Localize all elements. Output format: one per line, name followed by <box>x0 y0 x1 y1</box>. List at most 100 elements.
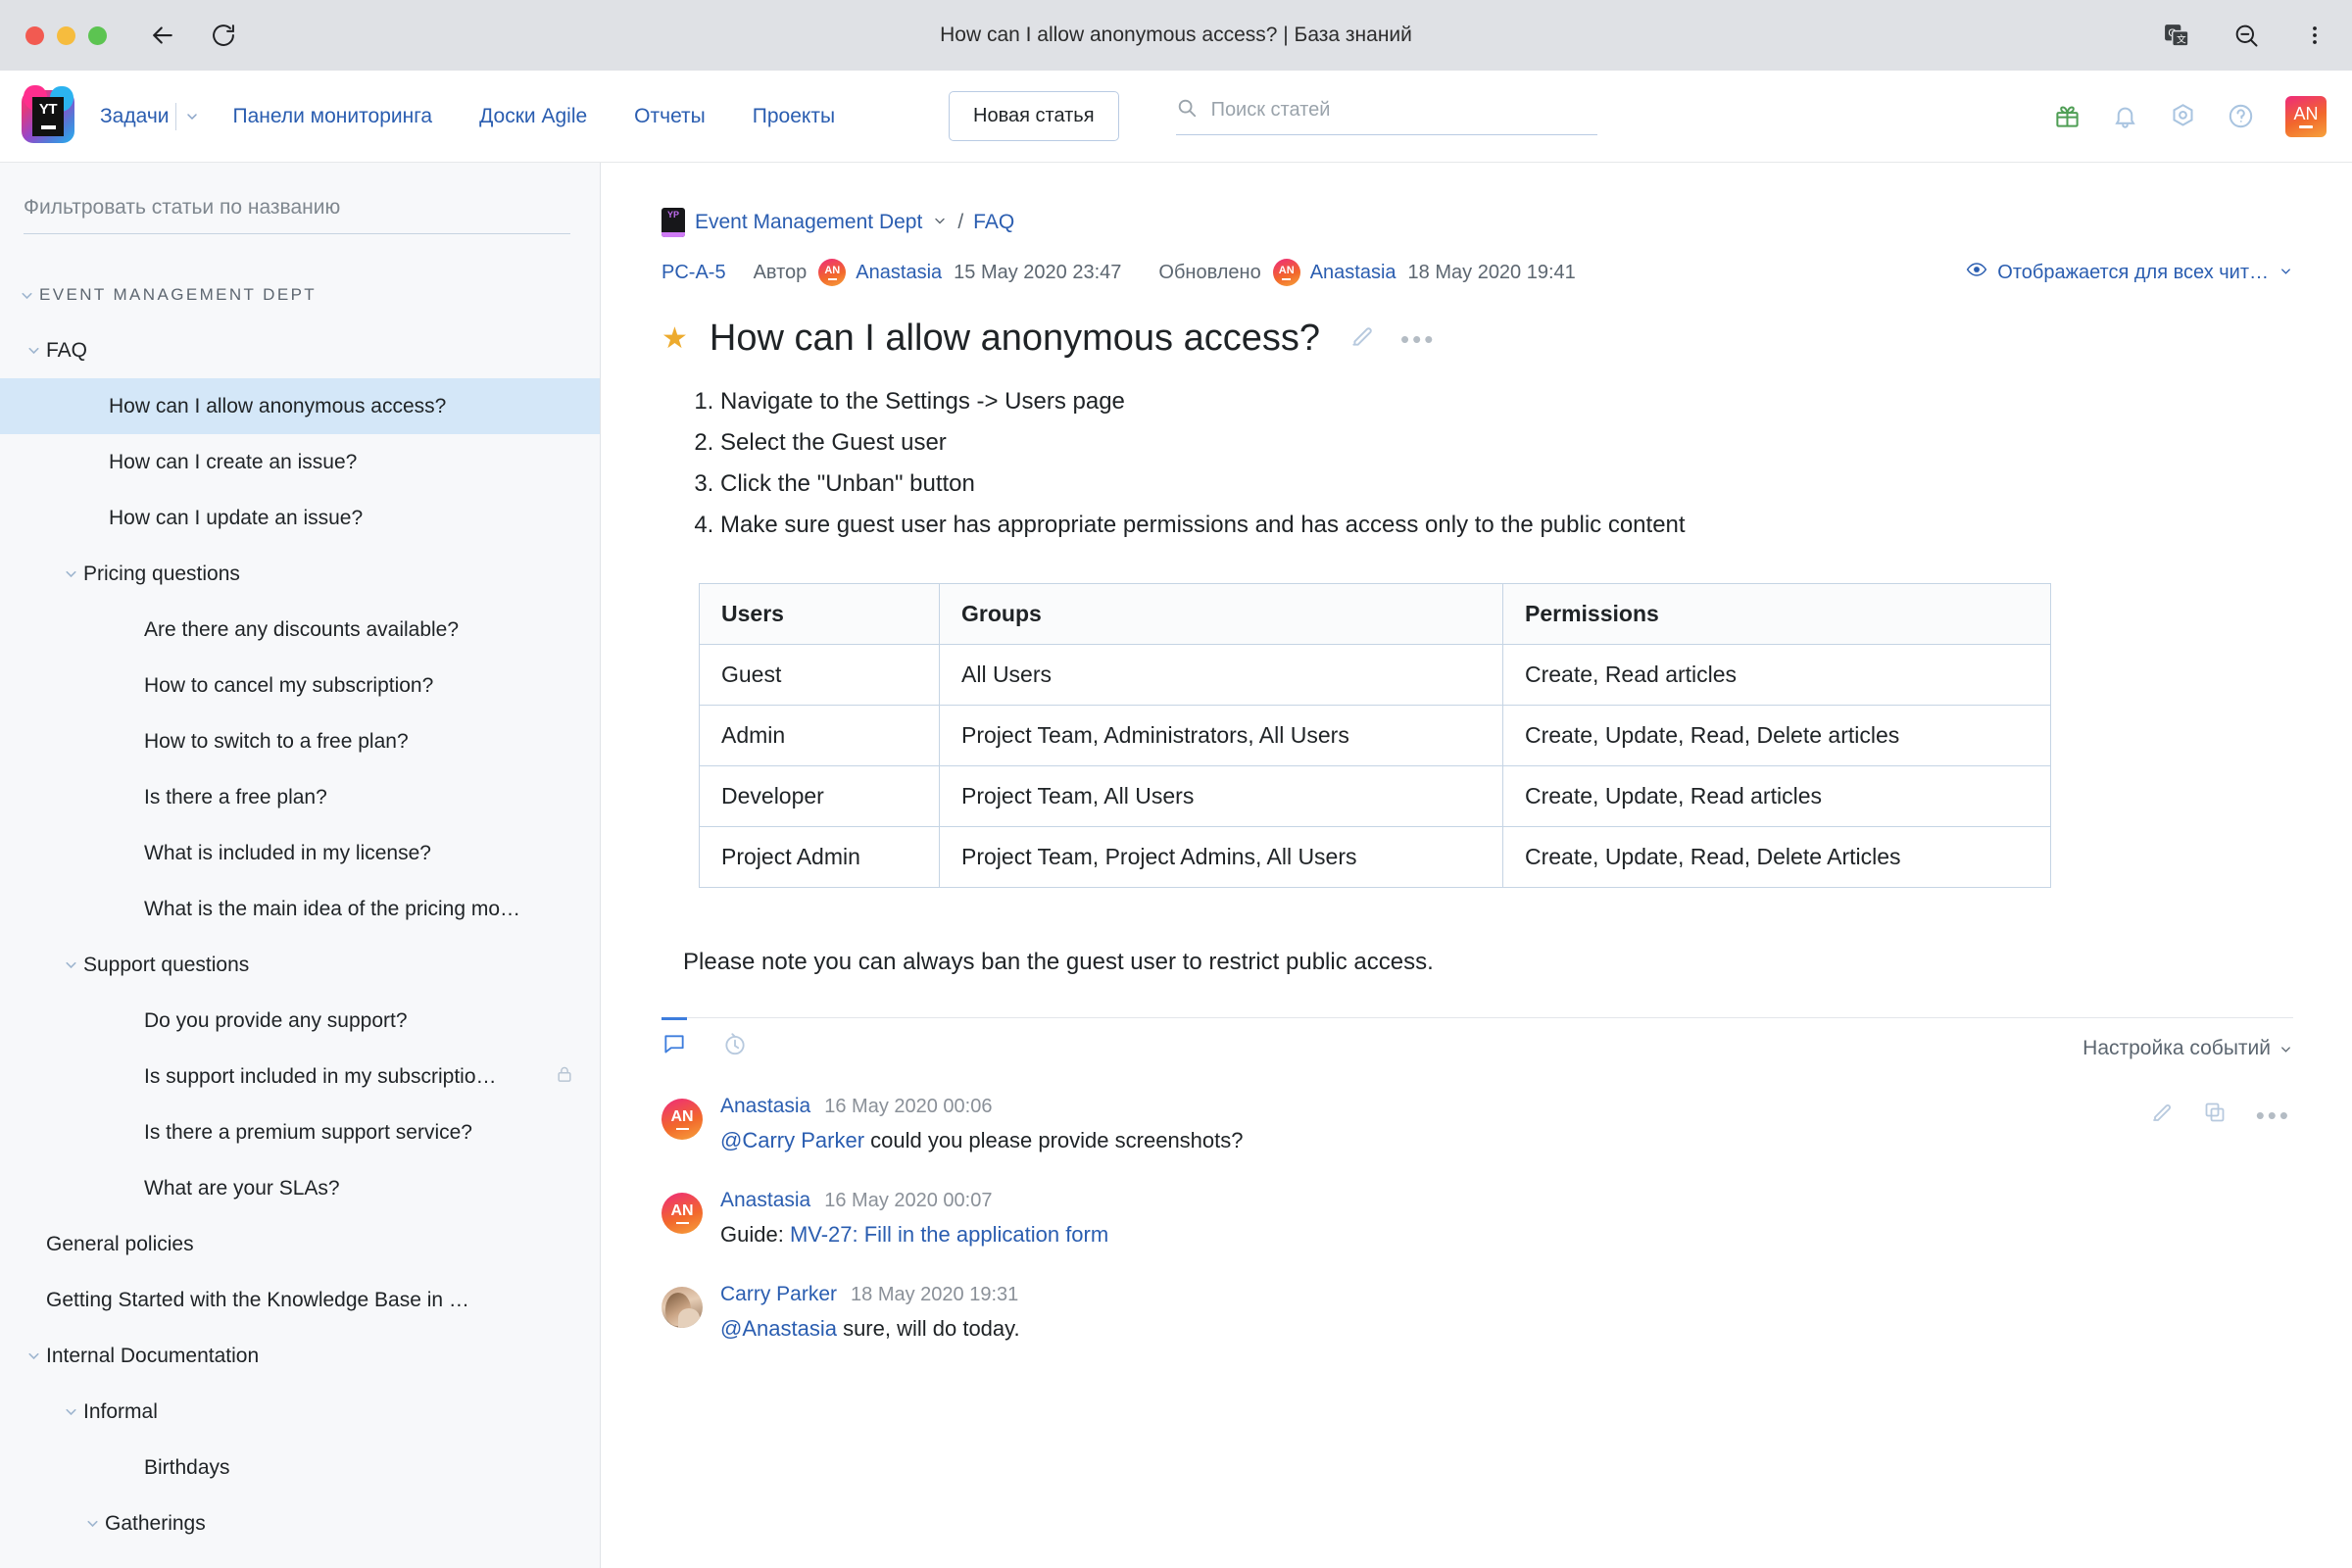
author-avatar[interactable]: AN <box>818 259 847 286</box>
kebab-menu-icon[interactable] <box>2303 24 2327 47</box>
copy-icon[interactable] <box>2203 1101 2227 1129</box>
bell-icon[interactable] <box>2112 103 2138 129</box>
sidebar-item-5[interactable]: Pricing questions <box>0 546 600 602</box>
step-item: Click the "Unban" button <box>720 464 2293 505</box>
step-item: Select the Guest user <box>720 422 2293 464</box>
comment-mention[interactable]: @Carry Parker <box>720 1128 864 1152</box>
chevron-down-icon[interactable] <box>932 211 948 234</box>
sidebar-item-6[interactable]: Are there any discounts available? <box>0 602 600 658</box>
reload-icon[interactable] <box>207 19 240 52</box>
sidebar-item-label: Pricing questions <box>83 562 240 585</box>
tab-history[interactable] <box>722 1018 758 1071</box>
filter-articles-input[interactable] <box>24 196 570 234</box>
sidebar-item-label: Is there a free plan? <box>144 785 327 808</box>
chevron-down-icon[interactable] <box>58 1403 83 1420</box>
settings-gear-icon[interactable] <box>2170 103 2196 129</box>
sidebar-item-8[interactable]: How to switch to a free plan? <box>0 713 600 769</box>
more-horizontal-icon[interactable]: ••• <box>1400 326 1436 352</box>
sidebar-item-3[interactable]: How can I create an issue? <box>0 434 600 490</box>
nav-item-issues[interactable]: Задачи <box>100 105 175 128</box>
user-avatar[interactable]: AN <box>2285 95 2327 137</box>
chevron-down-icon[interactable] <box>58 956 83 973</box>
back-arrow-icon[interactable] <box>146 19 179 52</box>
sidebar-item-21[interactable]: Birthdays <box>0 1440 600 1495</box>
comment-author[interactable]: Anastasia <box>720 1189 810 1212</box>
nav-item-projects[interactable]: Проекты <box>729 105 858 128</box>
comment-link[interactable]: MV-27: Fill in the application form <box>790 1222 1108 1247</box>
sidebar-item-14[interactable]: Is support included in my subscriptio… <box>0 1049 600 1104</box>
help-question-icon[interactable] <box>2228 103 2254 129</box>
articles-sidebar: EVENT MANAGEMENT DEPT FAQ How can I allow … <box>0 163 601 1568</box>
gift-icon[interactable] <box>2054 103 2081 129</box>
sidebar-item-label: Is there a premium support service? <box>144 1120 472 1144</box>
breadcrumb-folder[interactable]: FAQ <box>973 211 1014 234</box>
comment-avatar[interactable]: AN <box>662 1099 703 1140</box>
table-row: Admin Project Team, Administrators, All U… <box>699 705 2051 766</box>
updater-avatar[interactable]: AN <box>1272 259 1300 286</box>
comment-avatar[interactable]: AN <box>662 1193 703 1234</box>
table-cell: Create, Update, Read, Delete articles <box>1502 705 2051 766</box>
maximize-window-button[interactable] <box>88 25 107 45</box>
zoom-out-icon[interactable] <box>2232 22 2260 49</box>
sidebar-item-20[interactable]: Informal <box>0 1384 600 1440</box>
comment-mention[interactable]: @Anastasia <box>720 1316 837 1341</box>
events-settings-dropdown[interactable]: Настройка событий <box>2082 1029 2293 1060</box>
chevron-down-icon[interactable] <box>21 1348 46 1364</box>
sidebar-item-12[interactable]: Support questions <box>0 937 600 993</box>
events-settings-label: Настройка событий <box>2082 1037 2271 1059</box>
new-article-button[interactable]: Новая статья <box>949 91 1119 141</box>
page-title: How can I allow anonymous access? <box>709 318 1320 359</box>
comment-author[interactable]: Anastasia <box>720 1095 810 1118</box>
sidebar-item-10[interactable]: What is included in my license? <box>0 825 600 881</box>
eye-icon <box>1966 259 1987 286</box>
minimize-window-button[interactable] <box>57 25 75 45</box>
column-header-groups: Groups <box>939 583 1503 645</box>
comment-avatar[interactable] <box>662 1287 703 1328</box>
close-window-button[interactable] <box>25 25 44 45</box>
sidebar-item-19[interactable]: Internal Documentation <box>0 1328 600 1384</box>
sidebar-item-22[interactable]: Gatherings <box>0 1495 600 1551</box>
sidebar-item-13[interactable]: Do you provide any support? <box>0 993 600 1049</box>
sidebar-item-15[interactable]: Is there a premium support service? <box>0 1104 600 1160</box>
comment-item: Carry Parker 18 May 2020 19:31 @Anastasia … <box>662 1283 2293 1342</box>
sidebar-section-header[interactable]: EVENT MANAGEMENT DEPT <box>0 268 600 322</box>
chevron-down-icon[interactable] <box>14 287 39 304</box>
sidebar-item-label: Birthdays <box>144 1455 230 1479</box>
articles-tree: EVENT MANAGEMENT DEPT FAQ How can I allow … <box>0 268 600 1551</box>
sidebar-item-7[interactable]: How to cancel my subscription? <box>0 658 600 713</box>
table-cell: Create, Update, Read, Delete Articles <box>1502 826 2051 888</box>
sidebar-item-11[interactable]: What is the main idea of the pricing mo… <box>0 881 600 937</box>
sidebar-item-label: Is support included in my subscriptio… <box>144 1064 497 1088</box>
sidebar-item-2[interactable]: How can I allow anonymous access? <box>0 378 600 434</box>
visibility-selector[interactable]: Отображается для всех чит… <box>1966 259 2293 286</box>
star-filled-icon[interactable]: ★ <box>662 323 688 354</box>
sidebar-item-16[interactable]: What are your SLAs? <box>0 1160 600 1216</box>
pencil-icon[interactable] <box>2150 1101 2174 1129</box>
pencil-icon[interactable] <box>1349 323 1375 354</box>
chevron-down-icon[interactable] <box>58 565 83 582</box>
article-id[interactable]: PC-A-5 <box>662 262 726 284</box>
breadcrumb-project[interactable]: Event Management Dept <box>695 211 922 234</box>
sidebar-item-1[interactable]: FAQ <box>0 322 600 378</box>
comment-author[interactable]: Carry Parker <box>720 1283 837 1306</box>
sidebar-item-17[interactable]: General policies <box>0 1216 600 1272</box>
more-horizontal-icon[interactable]: ••• <box>2256 1102 2291 1128</box>
nav-item-dashboards[interactable]: Панели мониторинга <box>210 105 457 128</box>
author-name[interactable]: Anastasia <box>856 262 942 284</box>
chevron-down-icon[interactable] <box>79 1515 105 1532</box>
comment-text: @Anastasia sure, will do today. <box>720 1316 1020 1341</box>
sidebar-item-4[interactable]: How can I update an issue? <box>0 490 600 546</box>
sidebar-item-9[interactable]: Is there a free plan? <box>0 769 600 825</box>
nav-item-reports[interactable]: Отчеты <box>611 105 729 128</box>
nav-item-agile-boards[interactable]: Доски Agile <box>456 105 611 128</box>
article-meta: PC-A-5 Автор AN Anastasia 15 May 2020 23… <box>662 259 2293 286</box>
chevron-down-icon[interactable] <box>176 109 210 124</box>
translate-icon[interactable]: G文 <box>2164 23 2189 48</box>
tab-comments[interactable] <box>662 1017 697 1071</box>
updater-name[interactable]: Anastasia <box>1310 262 1396 284</box>
search-input[interactable] <box>1210 99 1597 122</box>
sidebar-item-18[interactable]: Getting Started with the Knowledge Base … <box>0 1272 600 1328</box>
youtrack-logo-icon[interactable]: YT <box>22 84 74 143</box>
chevron-down-icon[interactable] <box>21 342 46 359</box>
search-articles-field[interactable] <box>1175 97 1597 135</box>
